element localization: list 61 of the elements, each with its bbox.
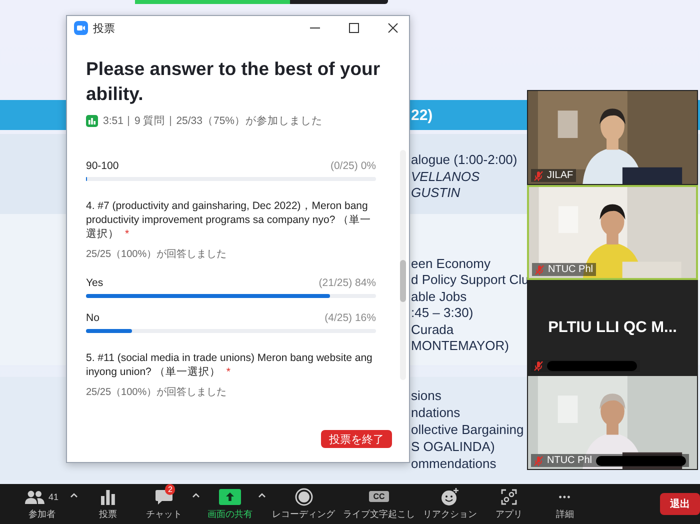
toolbar-button[interactable]: CC ライブ文字起こし bbox=[339, 486, 419, 522]
participant-count: 41 bbox=[48, 492, 58, 502]
slide-text: VELLANOS bbox=[411, 168, 480, 185]
scrollbar[interactable] bbox=[400, 150, 406, 380]
leave-button[interactable]: 退出 bbox=[660, 493, 700, 515]
participation-text: 25/33（75%）が参加しました bbox=[176, 114, 322, 128]
participant-name: PLTIU LLI QC M... bbox=[548, 318, 677, 336]
apps-icon bbox=[501, 488, 517, 504]
question-text: 5. #11 (social media in trade unions) Meron bang website ang inyong union? （単一選択） * bbox=[86, 351, 374, 379]
toolbar-button[interactable]: 2 チャット bbox=[136, 486, 192, 522]
smiley-icon bbox=[441, 488, 459, 506]
toolbar-button[interactable]: ••• 詳細 bbox=[537, 486, 593, 522]
poll-heading: Please answer to the best of your ability. bbox=[86, 57, 382, 106]
toolbar-button[interactable]: 投票 bbox=[80, 486, 136, 522]
caret-icon[interactable] bbox=[70, 492, 78, 498]
bar-chart-icon bbox=[86, 115, 98, 127]
window-title: 投票 bbox=[93, 22, 115, 36]
caret-icon[interactable] bbox=[192, 492, 200, 498]
answered-count: 25/25（100%）が回答しました bbox=[86, 248, 228, 261]
toolbar-button[interactable]: 41 参加者 bbox=[14, 486, 70, 522]
option-result: (4/25) 16% bbox=[324, 312, 376, 324]
share-screen-icon bbox=[219, 488, 241, 504]
more-icon: ••• bbox=[558, 492, 572, 502]
question-text: 4. #7 (productivity and gainsharing, Dec 2022)，Meron bang productivity improvement programs sa company nyo? （単一選択） * bbox=[86, 199, 372, 241]
toolbar-button[interactable]: リアクション bbox=[419, 486, 481, 522]
slide-text: een Economy bbox=[411, 256, 490, 272]
question-count: 9 質問 bbox=[134, 114, 166, 128]
slide-text: ndations bbox=[411, 404, 460, 420]
toolbar-button[interactable]: アプリ bbox=[481, 486, 537, 522]
participant-name: JILAF bbox=[547, 170, 574, 181]
participant-name: NTUC Phl bbox=[548, 264, 594, 275]
slide-text: :45 – 3:30) bbox=[411, 305, 474, 322]
option-label: 90-100 bbox=[86, 160, 119, 172]
close-icon[interactable] bbox=[387, 22, 399, 34]
answered-count: 25/25（100%）が回答しました bbox=[86, 386, 228, 399]
caret-icon[interactable] bbox=[258, 492, 266, 498]
slide-text: S OGALINDA) bbox=[411, 438, 495, 454]
participant-name: NTUC Phl bbox=[547, 455, 592, 466]
slide-text: GUSTIN bbox=[411, 185, 460, 202]
slide-text: alogue (1:00-2:00) bbox=[411, 152, 518, 168]
slide-text: ommendations bbox=[411, 454, 496, 472]
option-label: Yes bbox=[86, 277, 104, 289]
bar-chart-icon bbox=[100, 488, 116, 504]
slide-text: Curada bbox=[411, 322, 454, 338]
slide-text: ollective Bargaining bbox=[411, 420, 524, 438]
maximize-icon[interactable] bbox=[348, 22, 360, 34]
poll-time: 3:51 bbox=[103, 115, 124, 127]
slide-heading: 22) bbox=[411, 106, 433, 124]
slide-text: MONTEMAYOR) bbox=[411, 338, 509, 354]
option-result: (21/25) 84% bbox=[318, 277, 376, 289]
end-poll-button[interactable]: 投票を終了 bbox=[321, 430, 392, 448]
slide-text: able Jobs bbox=[411, 288, 467, 305]
toolbar-button[interactable]: レコーディング bbox=[268, 486, 339, 522]
people-icon bbox=[25, 490, 46, 504]
record-icon bbox=[294, 488, 312, 506]
captions-icon: CC bbox=[369, 491, 389, 502]
camera-icon bbox=[74, 21, 88, 35]
option-result: (0/25) 0% bbox=[330, 160, 376, 172]
toolbar-button[interactable]: 画面の共有 bbox=[202, 486, 258, 522]
option-label: No bbox=[86, 312, 100, 324]
slide-text: sions bbox=[411, 386, 442, 404]
